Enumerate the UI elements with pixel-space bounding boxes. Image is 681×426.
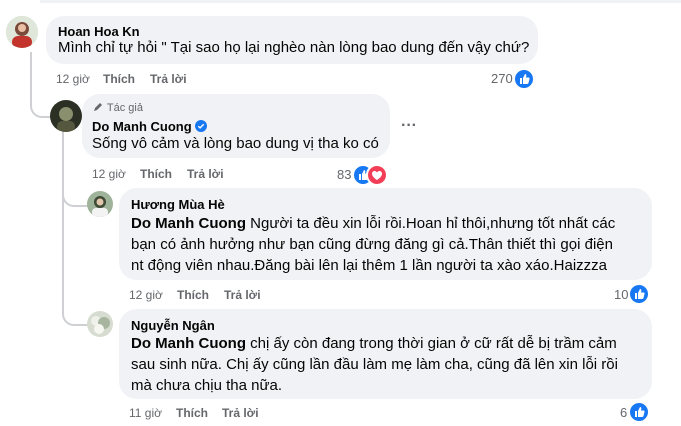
comment-bubble: Nguyễn Ngân Do Manh Cuong chị ấy còn đan… bbox=[119, 309, 652, 399]
like-icon bbox=[513, 68, 535, 90]
avatar[interactable] bbox=[6, 16, 38, 48]
comment-time[interactable]: 11 giờ bbox=[129, 406, 162, 420]
like-icon bbox=[628, 401, 650, 423]
comment-author[interactable]: Do Manh Cuong bbox=[92, 119, 208, 134]
avatar-photo bbox=[87, 311, 113, 337]
avatar-photo bbox=[87, 191, 113, 217]
avatar[interactable] bbox=[50, 100, 82, 132]
comment-bubble: Tác giả Do Manh Cuong Sống vô cảm và lòn… bbox=[82, 94, 390, 158]
heart-icon bbox=[366, 164, 388, 186]
reply-button[interactable]: Trả lời bbox=[150, 72, 187, 86]
reply-button[interactable]: Trả lời bbox=[224, 288, 261, 302]
mention-link[interactable]: Do Manh Cuong bbox=[131, 215, 246, 232]
comment-text: Sống vô cảm và lòng bao dung vị tha ko c… bbox=[92, 135, 379, 152]
avatar-photo bbox=[50, 100, 82, 132]
comment-text: Mình chỉ tự hỏi " Tại sao họ lại nghèo n… bbox=[58, 39, 530, 56]
verified-badge-icon bbox=[195, 120, 208, 132]
like-button[interactable]: Thích bbox=[140, 167, 172, 181]
comment-author[interactable]: Hương Mùa Hè bbox=[131, 197, 225, 212]
author-badge: Tác giả bbox=[92, 101, 143, 114]
thread-line bbox=[62, 170, 88, 207]
comment-actions: 12 giờ Thích Trả lời bbox=[56, 72, 356, 88]
mention-link[interactable]: Do Manh Cuong bbox=[131, 335, 246, 352]
previous-comment-edge bbox=[40, 0, 681, 3]
avatar[interactable] bbox=[87, 311, 113, 337]
reaction-count[interactable]: 83 bbox=[337, 167, 351, 182]
like-icon bbox=[628, 283, 650, 305]
reaction-count[interactable]: 6 bbox=[620, 405, 627, 420]
comment-time[interactable]: 12 giờ bbox=[92, 167, 126, 181]
reply-button[interactable]: Trả lời bbox=[222, 406, 259, 420]
comment-time[interactable]: 12 giờ bbox=[56, 72, 90, 86]
author-badge-label: Tác giả bbox=[106, 102, 143, 114]
comment-bubble: Hoan Hoa Kn Mình chỉ tự hỏi " Tại sao họ… bbox=[46, 16, 538, 64]
comment-bubble: Hương Mùa Hè Do Manh Cuong Người ta đều … bbox=[119, 188, 652, 280]
comment-author-name[interactable]: Do Manh Cuong bbox=[92, 119, 192, 134]
pencil-icon bbox=[94, 103, 102, 111]
comment-actions: 12 giờ Thích Trả lời bbox=[129, 288, 429, 304]
reaction-count[interactable]: 10 bbox=[614, 287, 628, 302]
comment-time[interactable]: 12 giờ bbox=[129, 288, 163, 302]
more-options-icon[interactable]: ··· bbox=[401, 117, 417, 135]
like-button[interactable]: Thích bbox=[103, 72, 135, 86]
avatar-photo bbox=[6, 16, 38, 48]
comment-actions: 11 giờ Thích Trả lời bbox=[129, 406, 429, 422]
comment-text: Do Manh Cuong chị ấy còn đang trong thời… bbox=[131, 333, 631, 396]
reaction-count[interactable]: 270 bbox=[491, 71, 513, 86]
avatar[interactable] bbox=[87, 191, 113, 217]
like-button[interactable]: Thích bbox=[176, 406, 208, 420]
thread-line bbox=[62, 205, 66, 315]
comment-text: Do Manh Cuong Người ta đều xin lỗi rồi.H… bbox=[131, 213, 626, 276]
comment-author[interactable]: Nguyễn Ngân bbox=[131, 318, 215, 333]
reply-button[interactable]: Trả lời bbox=[187, 167, 224, 181]
like-button[interactable]: Thích bbox=[177, 288, 209, 302]
thread-line bbox=[62, 300, 88, 326]
